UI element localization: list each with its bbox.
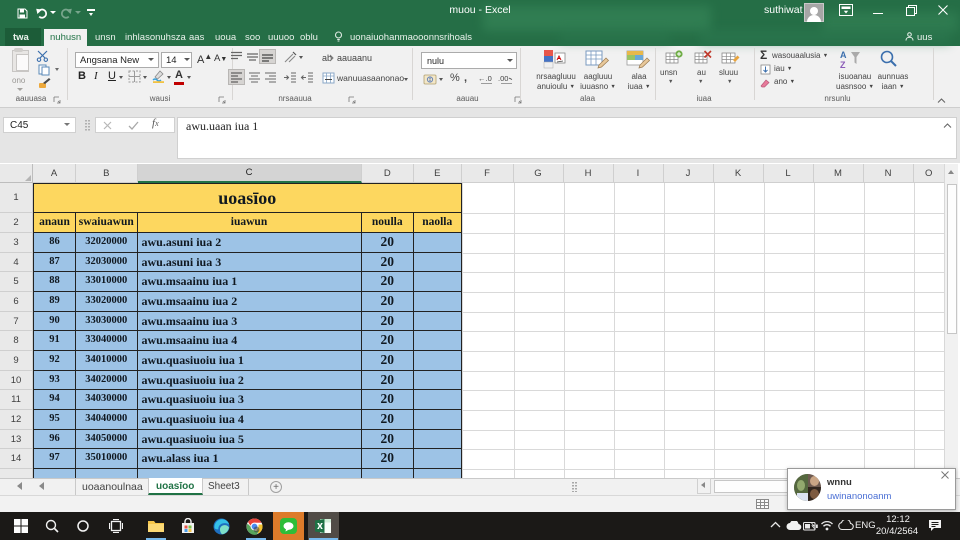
svg-text:Z: Z bbox=[840, 60, 846, 69]
svg-text:ab: ab bbox=[322, 53, 332, 63]
svg-text:.00: .00 bbox=[498, 74, 508, 83]
svg-text:A: A bbox=[840, 50, 847, 60]
svg-text:←.0: ←.0 bbox=[478, 74, 492, 83]
